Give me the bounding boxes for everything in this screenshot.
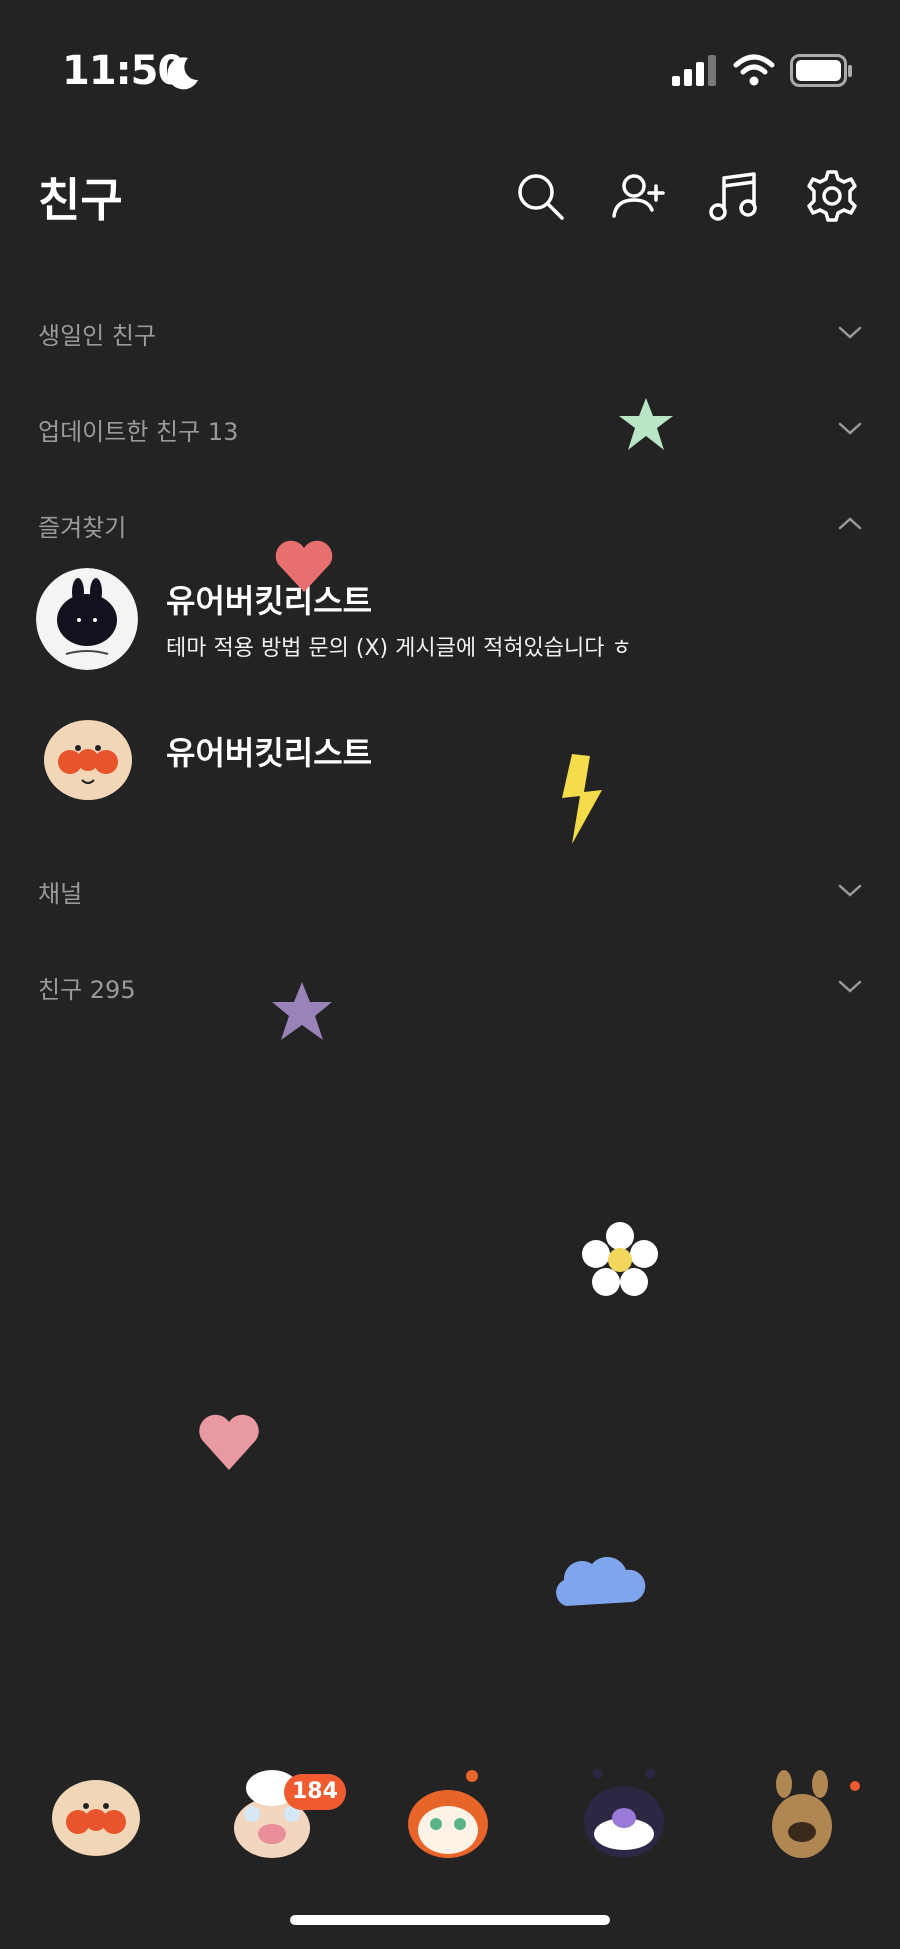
moon-icon <box>167 57 198 90</box>
favorite-friend-row[interactable] <box>40 710 136 806</box>
chevron-down-icon[interactable] <box>836 972 864 1000</box>
heart-sticker-icon <box>275 540 333 592</box>
chats-badge: 184 <box>284 1774 346 1810</box>
tab-more-character-icon[interactable] <box>754 1766 850 1862</box>
add-friend-icon[interactable] <box>610 168 666 224</box>
chevron-down-icon[interactable] <box>836 414 864 442</box>
tab-shopping-character-icon[interactable] <box>576 1766 672 1862</box>
page-title: 친구 <box>38 173 123 227</box>
wifi-icon <box>733 54 775 86</box>
section-birthday-friends[interactable]: 생일인 친구 <box>38 316 156 351</box>
chevron-down-icon[interactable] <box>836 876 864 904</box>
favorite-friend-status: 테마 적용 방법 문의 (X) 게시글에 적혀있습니다 ㅎ <box>166 636 632 661</box>
section-favorites[interactable]: 즐겨찾기 <box>38 508 126 543</box>
music-icon[interactable] <box>706 168 762 224</box>
chevron-up-icon[interactable] <box>836 510 864 538</box>
lightning-sticker-icon <box>562 754 602 844</box>
section-updated-friends[interactable]: 업데이트한 친구 13 <box>38 412 238 447</box>
home-indicator <box>290 1915 610 1925</box>
avatar <box>44 720 132 800</box>
section-friends[interactable]: 친구 295 <box>38 970 136 1005</box>
settings-gear-icon[interactable] <box>804 168 860 224</box>
battery-icon <box>790 54 852 87</box>
section-channel[interactable]: 채널 <box>38 874 82 909</box>
mint-star-sticker-icon <box>619 398 673 450</box>
favorite-friend-name: 유어버킷리스트 <box>166 582 373 620</box>
tab-friends-character-icon[interactable] <box>48 1766 144 1862</box>
chevron-down-icon[interactable] <box>836 318 864 346</box>
notification-dot <box>850 1781 860 1791</box>
purple-star-sticker-icon <box>272 982 332 1040</box>
avatar <box>36 568 138 670</box>
favorite-friend-name: 유어버킷리스트 <box>166 734 373 772</box>
cellular-signal-icon <box>672 55 716 86</box>
tab-view-character-icon[interactable] <box>400 1766 496 1862</box>
favorite-friend-row[interactable] <box>36 568 138 670</box>
search-icon[interactable] <box>512 168 568 224</box>
cloud-sticker-icon <box>556 1556 646 1606</box>
pink-heart-sticker-icon <box>199 1414 259 1470</box>
flower-sticker-icon <box>582 1222 658 1296</box>
